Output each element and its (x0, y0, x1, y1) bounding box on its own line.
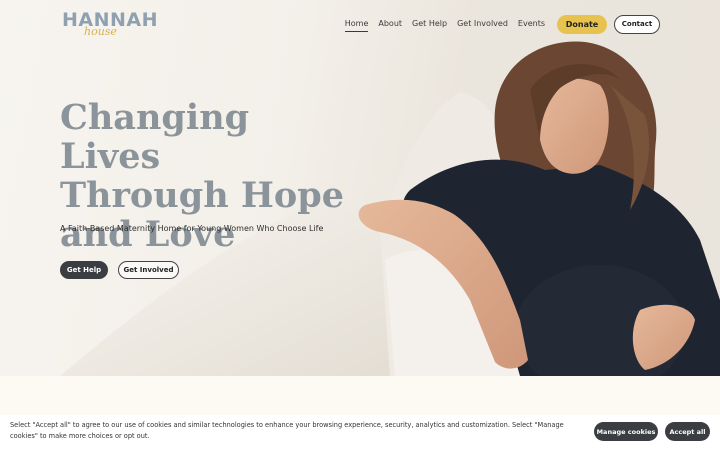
headline-line-3: and Love (60, 214, 236, 255)
logo-script-text: house (84, 25, 117, 38)
site-logo[interactable]: HANNAH house (62, 9, 158, 39)
donate-button[interactable]: Donate (557, 14, 607, 34)
manage-cookies-button[interactable]: Manage cookies (594, 422, 658, 441)
cookie-banner-text: Select "Accept all" to agree to our use … (10, 421, 564, 440)
headline-line-1: Changing Lives (60, 97, 250, 177)
nav-link-get-involved[interactable]: Get Involved (457, 16, 508, 32)
cookie-banner: Select "Accept all" to agree to our use … (0, 415, 720, 450)
accept-all-button[interactable]: Accept all (665, 422, 710, 441)
nav-link-get-help[interactable]: Get Help (412, 16, 447, 32)
nav-link-about[interactable]: About (378, 16, 402, 32)
hero-subheadline: A Faith-Based Maternity Home for Young W… (60, 224, 324, 233)
get-involved-button[interactable]: Get Involved (118, 261, 179, 279)
contact-button[interactable]: Contact (614, 14, 660, 34)
get-help-button[interactable]: Get Help (60, 261, 108, 279)
nav-link-events[interactable]: Events (518, 16, 545, 32)
nav-link-home[interactable]: Home (344, 17, 369, 32)
headline-line-2: Through Hope (60, 175, 344, 216)
hero-cta-group: Get Help Get Involved (60, 261, 179, 279)
hero-section: HANNAH house Home About Get Help Get Inv… (0, 0, 720, 376)
main-navigation: Home About Get Help Get Involved Events … (344, 14, 660, 34)
